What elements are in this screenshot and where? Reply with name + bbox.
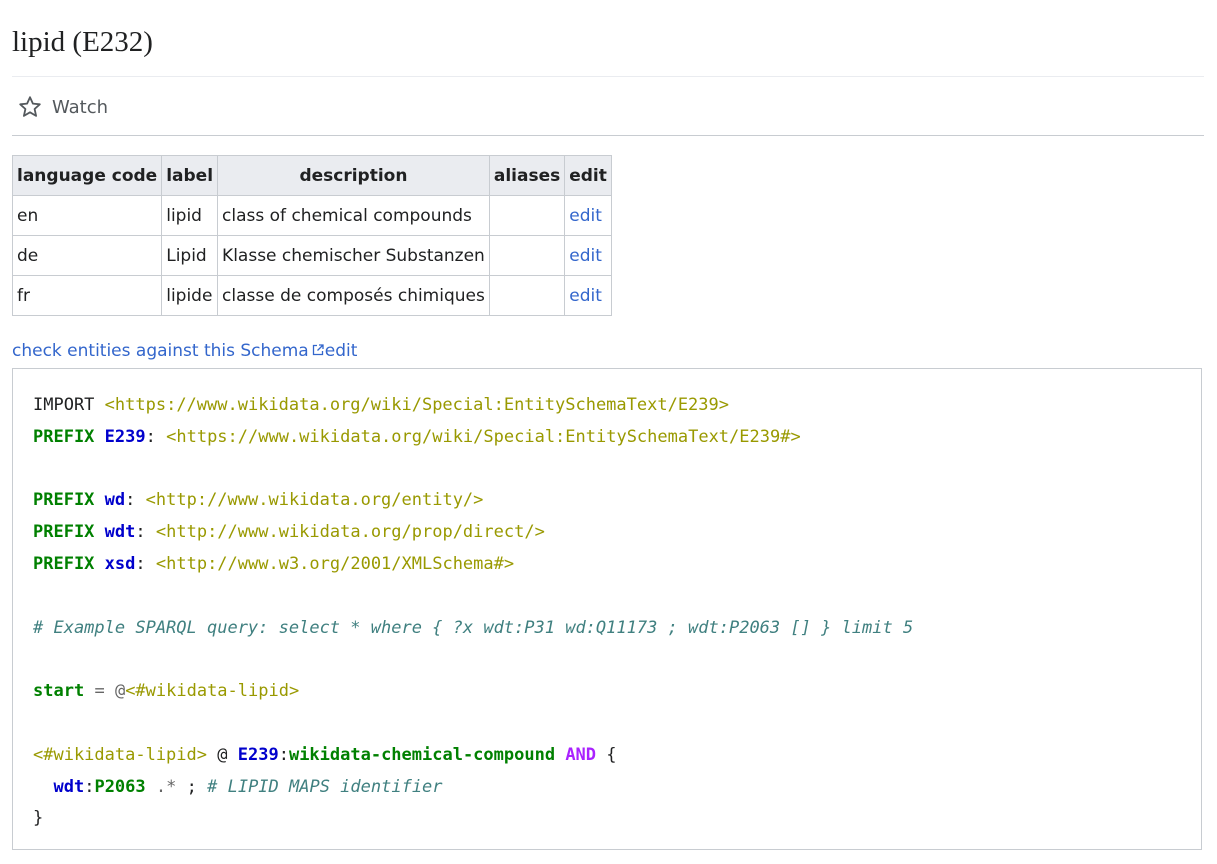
title-divider [12,76,1204,77]
table-header-row: language code label description aliases … [11,155,612,196]
external-link-icon [312,340,324,362]
header-aliases: aliases [488,155,566,196]
table-row: de Lipid Klasse chemischer Substanzen ed… [11,235,612,276]
table-row: en lipid class of chemical compounds edi… [11,195,612,236]
code-and-keyword: AND [565,744,597,765]
code-keyword: PREFIX [33,522,95,543]
cell-language-code: fr [11,275,163,316]
code-iri: <http://www.wikidata.org/entity/> [145,490,484,511]
cell-aliases [488,195,566,236]
cell-edit: edit [564,195,612,236]
cell-label: Lipid [161,235,219,276]
code-shape-label: <#wikidata-lipid> [33,744,207,765]
watch-label: Watch [52,96,109,118]
code-comment: # LIPID MAPS identifier [207,776,443,797]
header-language-code: language code [11,155,163,196]
code-prefix: E239 [237,744,279,765]
code-iri: <https://www.wikidata.org/wiki/Special:E… [166,426,801,447]
page-title: lipid (E232) [12,26,153,58]
header-edit: edit [564,155,612,196]
code-iri: <http://www.wikidata.org/prop/direct/> [155,522,545,543]
cell-edit: edit [564,235,612,276]
code-comment: # Example SPARQL query: select * where {… [33,617,914,638]
header-label: label [161,155,219,196]
cell-language-code: de [11,235,163,276]
cell-description: class of chemical compounds [217,195,490,236]
star-icon [18,95,42,119]
code-shape-ref: <#wikidata-lipid> [125,681,300,702]
watch-button[interactable]: Watch [18,93,108,121]
code-prefix: wdt [104,522,136,543]
code-prefix: xsd [104,553,136,574]
cell-aliases [488,275,566,316]
code-keyword: PREFIX [33,490,95,511]
code-operator: @ [114,681,126,702]
code-keyword: start [33,681,85,702]
code-keyword: PREFIX [33,553,95,574]
code-local-name: wikidata-chemical-compound [288,744,556,765]
code-operator: @ [217,744,228,765]
schema-code: IMPORT <https://www.wikidata.org/wiki/Sp… [33,395,914,829]
cell-aliases [488,235,566,276]
code-iri: <http://www.w3.org/2001/XMLSchema#> [155,553,515,574]
cell-edit: edit [564,275,612,316]
schema-links: check entities against this Schema edit [12,340,357,362]
code-prefix: E239 [104,426,146,447]
edit-link-fr[interactable]: edit [569,286,602,306]
code-brace: } [33,808,44,829]
edit-link-de[interactable]: edit [569,246,602,266]
toolbar-divider [12,135,1204,136]
code-property: P2063 [94,776,146,797]
cell-language-code: en [11,195,163,236]
code-operator: = [94,681,105,702]
header-description: description [217,155,490,196]
terms-table: language code label description aliases … [11,155,612,316]
edit-schema-link[interactable]: edit [325,340,358,362]
schema-code-block: IMPORT <https://www.wikidata.org/wiki/Sp… [12,368,1202,850]
check-entities-link[interactable]: check entities against this Schema [12,340,309,362]
cell-label: lipide [161,275,219,316]
cell-description: classe de composés chimiques [217,275,490,316]
code-brace: { [606,744,617,765]
code-semicolon: ; [186,776,197,797]
table-row: fr lipide classe de composés chimiques e… [11,275,612,316]
code-iri: <https://www.wikidata.org/wiki/Special:E… [104,395,729,415]
code-prefix: wd [104,490,126,511]
code-keyword: IMPORT [33,395,95,415]
code-keyword: PREFIX [33,426,95,447]
cell-description: Klasse chemischer Substanzen [217,235,490,276]
cell-label: lipid [161,195,219,236]
edit-link-en[interactable]: edit [569,206,602,226]
code-prefix: wdt [53,776,85,797]
code-value: .* [155,776,177,797]
